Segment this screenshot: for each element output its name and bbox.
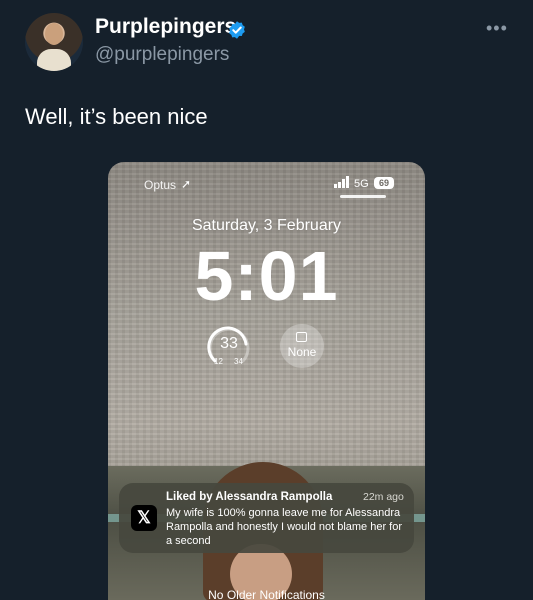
notification-title: Liked by Alessandra Rampolla — [166, 491, 333, 503]
notification-card: 𝕏 Liked by Alessandra Rampolla 22m ago M… — [119, 483, 414, 553]
network-type: 5G — [354, 178, 369, 190]
lockscreen-date: Saturday, 3 February — [191, 217, 342, 234]
calendar-widget: None — [280, 324, 324, 368]
weather-low: 12 — [214, 357, 223, 366]
signal-bars-icon — [334, 176, 349, 188]
user-handle[interactable]: @purplepingers — [95, 44, 229, 66]
avatar-shirt — [37, 49, 71, 71]
calendar-label: None — [287, 345, 317, 359]
x-logo-icon: 𝕏 — [131, 505, 157, 531]
avatar[interactable] — [25, 13, 83, 71]
calendar-icon — [296, 332, 307, 342]
no-older-notifications: No Older Notifications — [208, 588, 325, 600]
notification-body: My wife is 100% gonna leave me for Aless… — [166, 507, 403, 547]
tweet-image[interactable]: Optus ➚ 5G 69 Saturday, 3 February 5:01 … — [108, 162, 425, 600]
display-name[interactable]: Purplepingers — [95, 15, 236, 39]
carrier-label: Optus — [144, 178, 177, 192]
weather-high: 34 — [234, 357, 243, 366]
battery-icon: 69 — [374, 177, 394, 189]
notification-time: 22m ago — [363, 491, 404, 503]
tweet-text: Well, it’s been nice — [25, 104, 208, 129]
weather-widget: 33 12 34 — [206, 324, 252, 370]
avatar-head — [45, 23, 63, 45]
status-indicator-line — [340, 195, 386, 198]
weather-temperature: 33 — [220, 335, 238, 352]
more-options-button[interactable]: ••• — [486, 18, 510, 38]
verified-badge-icon — [229, 21, 245, 39]
lockscreen-time: 5:01 — [194, 237, 339, 315]
location-arrow-icon: ➚ — [181, 177, 192, 191]
